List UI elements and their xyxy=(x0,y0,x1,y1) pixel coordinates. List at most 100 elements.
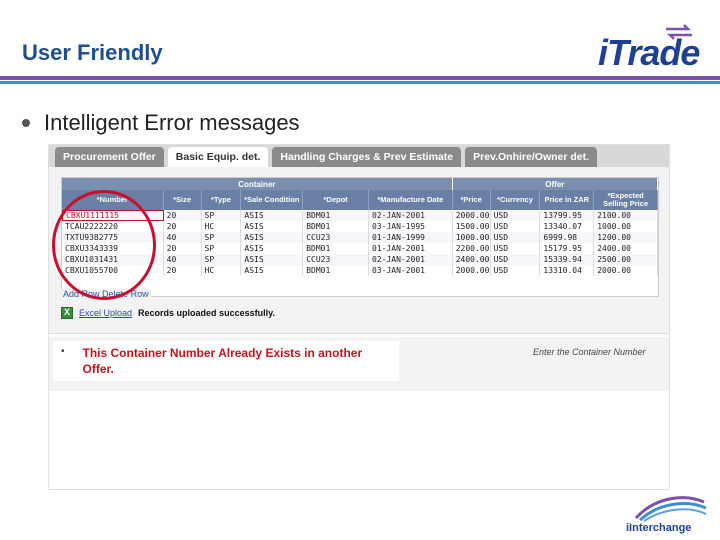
bullet-line: Intelligent Error messages xyxy=(22,110,300,136)
grid-group-header: Container Offer xyxy=(62,178,658,190)
error-bullet: • xyxy=(61,346,65,357)
cell-number[interactable]: CBXU1111115 xyxy=(62,210,164,221)
table-row[interactable]: TCAU2222220 20 HC ASIS BDM01 03-JAN-1995… xyxy=(62,221,658,232)
cell-currency[interactable]: USD xyxy=(491,254,541,265)
cell-type[interactable]: SP xyxy=(202,254,242,265)
cell-sale-condition[interactable]: ASIS xyxy=(241,254,304,265)
cell-size[interactable]: 40 xyxy=(164,254,202,265)
cell-size[interactable]: 20 xyxy=(164,243,202,254)
cell-currency[interactable]: USD xyxy=(491,243,541,254)
cell-price-zar: 13340.07 xyxy=(540,221,595,232)
cell-price[interactable]: 2200.00 xyxy=(453,243,491,254)
cell-currency[interactable]: USD xyxy=(491,221,541,232)
cell-expected-price[interactable]: 1200.00 xyxy=(594,232,658,243)
cell-number[interactable]: CBXU3343339 xyxy=(62,243,164,254)
cell-depot[interactable]: CCU23 xyxy=(303,254,369,265)
group-offer: Offer xyxy=(452,178,658,190)
tab-basic-equip[interactable]: Basic Equip. det. xyxy=(167,147,269,167)
cell-number[interactable]: TCAU2222220 xyxy=(62,221,164,232)
error-message: This Container Number Already Exists in … xyxy=(82,346,363,376)
cell-type[interactable]: HC xyxy=(202,265,242,276)
iinterchange-logo: iInterchange xyxy=(626,492,710,536)
cell-type[interactable]: SP xyxy=(202,232,242,243)
upload-row: Excel Upload Records uploaded successful… xyxy=(61,307,275,319)
col-price-zar[interactable]: Price in ZAR xyxy=(540,190,595,210)
col-type[interactable]: *Type xyxy=(202,190,242,210)
cell-currency[interactable]: USD xyxy=(491,265,541,276)
cell-number[interactable]: TXTU9382775 xyxy=(62,232,164,243)
cell-manufacture-date[interactable]: 03-JAN-1995 xyxy=(369,221,453,232)
col-currency[interactable]: *Currency xyxy=(491,190,541,210)
cell-expected-price[interactable]: 1000.00 xyxy=(594,221,658,232)
cell-expected-price[interactable]: 2000.00 xyxy=(594,265,658,276)
cell-price[interactable]: 2000.00 xyxy=(453,265,491,276)
cell-manufacture-date[interactable]: 02-JAN-2001 xyxy=(369,254,453,265)
cell-price[interactable]: 1000.00 xyxy=(453,232,491,243)
cell-price-zar: 6999.98 xyxy=(540,232,595,243)
col-depot[interactable]: *Depot xyxy=(303,190,369,210)
add-row-link[interactable]: Add Row xyxy=(63,289,100,299)
tab-procurement-offer[interactable]: Procurement Offer xyxy=(55,147,164,167)
cell-sale-condition[interactable]: ASIS xyxy=(241,243,304,254)
cell-depot[interactable]: BDM01 xyxy=(303,210,369,221)
cell-sale-condition[interactable]: ASIS xyxy=(241,265,304,276)
cell-price-zar: 13799.95 xyxy=(540,210,595,221)
col-manufacture-date[interactable]: *Manufacture Date xyxy=(369,190,453,210)
cell-sale-condition[interactable]: ASIS xyxy=(241,210,304,221)
cell-size[interactable]: 20 xyxy=(164,221,202,232)
col-number[interactable]: *Number xyxy=(62,190,164,210)
cell-price[interactable]: 2000.00 xyxy=(453,210,491,221)
delete-row-link[interactable]: Delete Row xyxy=(102,289,149,299)
cell-size[interactable]: 40 xyxy=(164,232,202,243)
table-row[interactable]: CBXU3343339 20 SP ASIS BDM01 01-JAN-2001… xyxy=(62,243,658,254)
cell-manufacture-date[interactable]: 03-JAN-2001 xyxy=(369,265,453,276)
cell-price[interactable]: 2400.00 xyxy=(453,254,491,265)
bullet-dot-icon xyxy=(22,119,30,127)
cell-depot[interactable]: BDM01 xyxy=(303,265,369,276)
table-row[interactable]: CBXU1031431 40 SP ASIS CCU23 02-JAN-2001… xyxy=(62,254,658,265)
cell-currency[interactable]: USD xyxy=(491,210,541,221)
excel-upload-link[interactable]: Excel Upload xyxy=(79,308,132,318)
grid-column-header: *Number *Size *Type *Sale Condition *Dep… xyxy=(62,190,658,210)
cell-price-zar: 15179.95 xyxy=(540,243,595,254)
col-sale-condition[interactable]: *Sale Condition xyxy=(241,190,304,210)
cell-depot[interactable]: BDM01 xyxy=(303,243,369,254)
cell-size[interactable]: 20 xyxy=(164,210,202,221)
tab-handling-charges[interactable]: Handling Charges & Prev Estimate xyxy=(272,147,462,167)
cell-currency[interactable]: USD xyxy=(491,232,541,243)
cell-expected-price[interactable]: 2500.00 xyxy=(594,254,658,265)
cell-type[interactable]: SP xyxy=(202,210,242,221)
cell-expected-price[interactable]: 2400.00 xyxy=(594,243,658,254)
cell-price-zar: 13310.04 xyxy=(540,265,595,276)
cell-expected-price[interactable]: 2100.00 xyxy=(594,210,658,221)
cell-sale-condition[interactable]: ASIS xyxy=(241,221,304,232)
excel-icon[interactable] xyxy=(61,307,73,319)
slide-header: User Friendly iTrade xyxy=(0,0,720,84)
cell-size[interactable]: 20 xyxy=(164,265,202,276)
cell-manufacture-date[interactable]: 02-JAN-2001 xyxy=(369,210,453,221)
section-divider xyxy=(49,333,669,337)
col-expected-price[interactable]: *Expected Selling Price xyxy=(594,190,658,210)
app-screenshot: Procurement Offer Basic Equip. det. Hand… xyxy=(48,144,670,490)
cell-price[interactable]: 1500.00 xyxy=(453,221,491,232)
cell-manufacture-date[interactable]: 01-JAN-1999 xyxy=(369,232,453,243)
table-row[interactable]: CBXU1055700 20 HC ASIS BDM01 03-JAN-2001… xyxy=(62,265,658,276)
table-row[interactable]: TXTU9382775 40 SP ASIS CCU23 01-JAN-1999… xyxy=(62,232,658,243)
slide-title: User Friendly xyxy=(22,40,163,65)
cell-number[interactable]: CBXU1055700 xyxy=(62,265,164,276)
cell-sale-condition[interactable]: ASIS xyxy=(241,232,304,243)
cell-manufacture-date[interactable]: 01-JAN-2001 xyxy=(369,243,453,254)
cell-depot[interactable]: CCU23 xyxy=(303,232,369,243)
cell-type[interactable]: HC xyxy=(202,221,242,232)
col-price[interactable]: *Price xyxy=(453,190,491,210)
grid-body: CBXU1111115 20 SP ASIS BDM01 02-JAN-2001… xyxy=(62,210,658,276)
swoosh-icon xyxy=(634,496,707,522)
tab-prev-onhire[interactable]: Prev.Onhire/Owner det. xyxy=(465,147,598,167)
cell-depot[interactable]: BDM01 xyxy=(303,221,369,232)
cell-type[interactable]: SP xyxy=(202,243,242,254)
col-size[interactable]: *Size xyxy=(164,190,202,210)
cell-number[interactable]: CBXU1031431 xyxy=(62,254,164,265)
table-row[interactable]: CBXU1111115 20 SP ASIS BDM01 02-JAN-2001… xyxy=(62,210,658,221)
upload-message-prefix: Records uploaded xyxy=(138,308,217,318)
logo-word-trade: Trade xyxy=(607,32,700,73)
